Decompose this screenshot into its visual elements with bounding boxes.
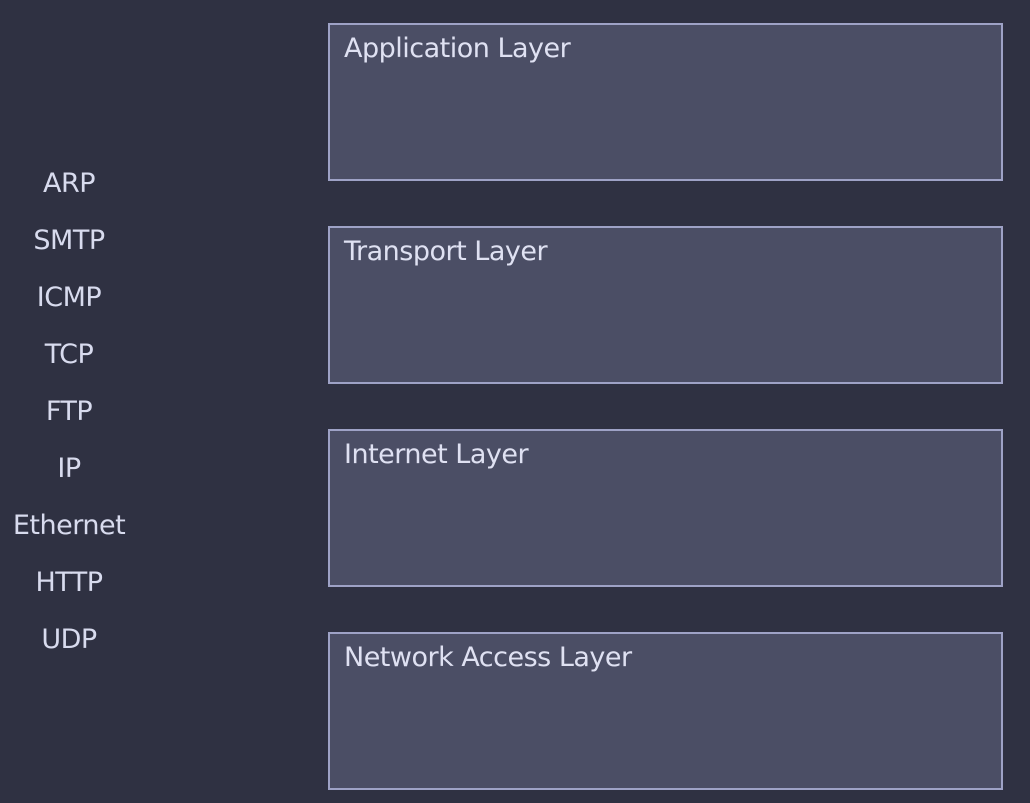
- protocol-item-http[interactable]: HTTP: [0, 554, 138, 611]
- network-access-layer-dropzone[interactable]: Network Access Layer: [328, 632, 1003, 790]
- transport-layer-label: Transport Layer: [344, 236, 548, 267]
- application-layer-label: Application Layer: [344, 33, 571, 64]
- protocol-item-arp[interactable]: ARP: [0, 155, 138, 212]
- internet-layer-dropzone[interactable]: Internet Layer: [328, 429, 1003, 587]
- protocol-item-tcp[interactable]: TCP: [0, 326, 138, 383]
- application-layer-dropzone[interactable]: Application Layer: [328, 23, 1003, 181]
- protocol-item-smtp[interactable]: SMTP: [0, 212, 138, 269]
- network-access-layer-label: Network Access Layer: [344, 642, 632, 673]
- protocol-item-ftp[interactable]: FTP: [0, 383, 138, 440]
- protocol-item-icmp[interactable]: ICMP: [0, 269, 138, 326]
- protocol-item-ethernet[interactable]: Ethernet: [0, 497, 138, 554]
- protocol-item-udp[interactable]: UDP: [0, 611, 138, 668]
- protocol-list: ARP SMTP ICMP TCP FTP IP Ethernet HTTP U…: [0, 155, 138, 668]
- transport-layer-dropzone[interactable]: Transport Layer: [328, 226, 1003, 384]
- internet-layer-label: Internet Layer: [344, 439, 529, 470]
- protocol-item-ip[interactable]: IP: [0, 440, 138, 497]
